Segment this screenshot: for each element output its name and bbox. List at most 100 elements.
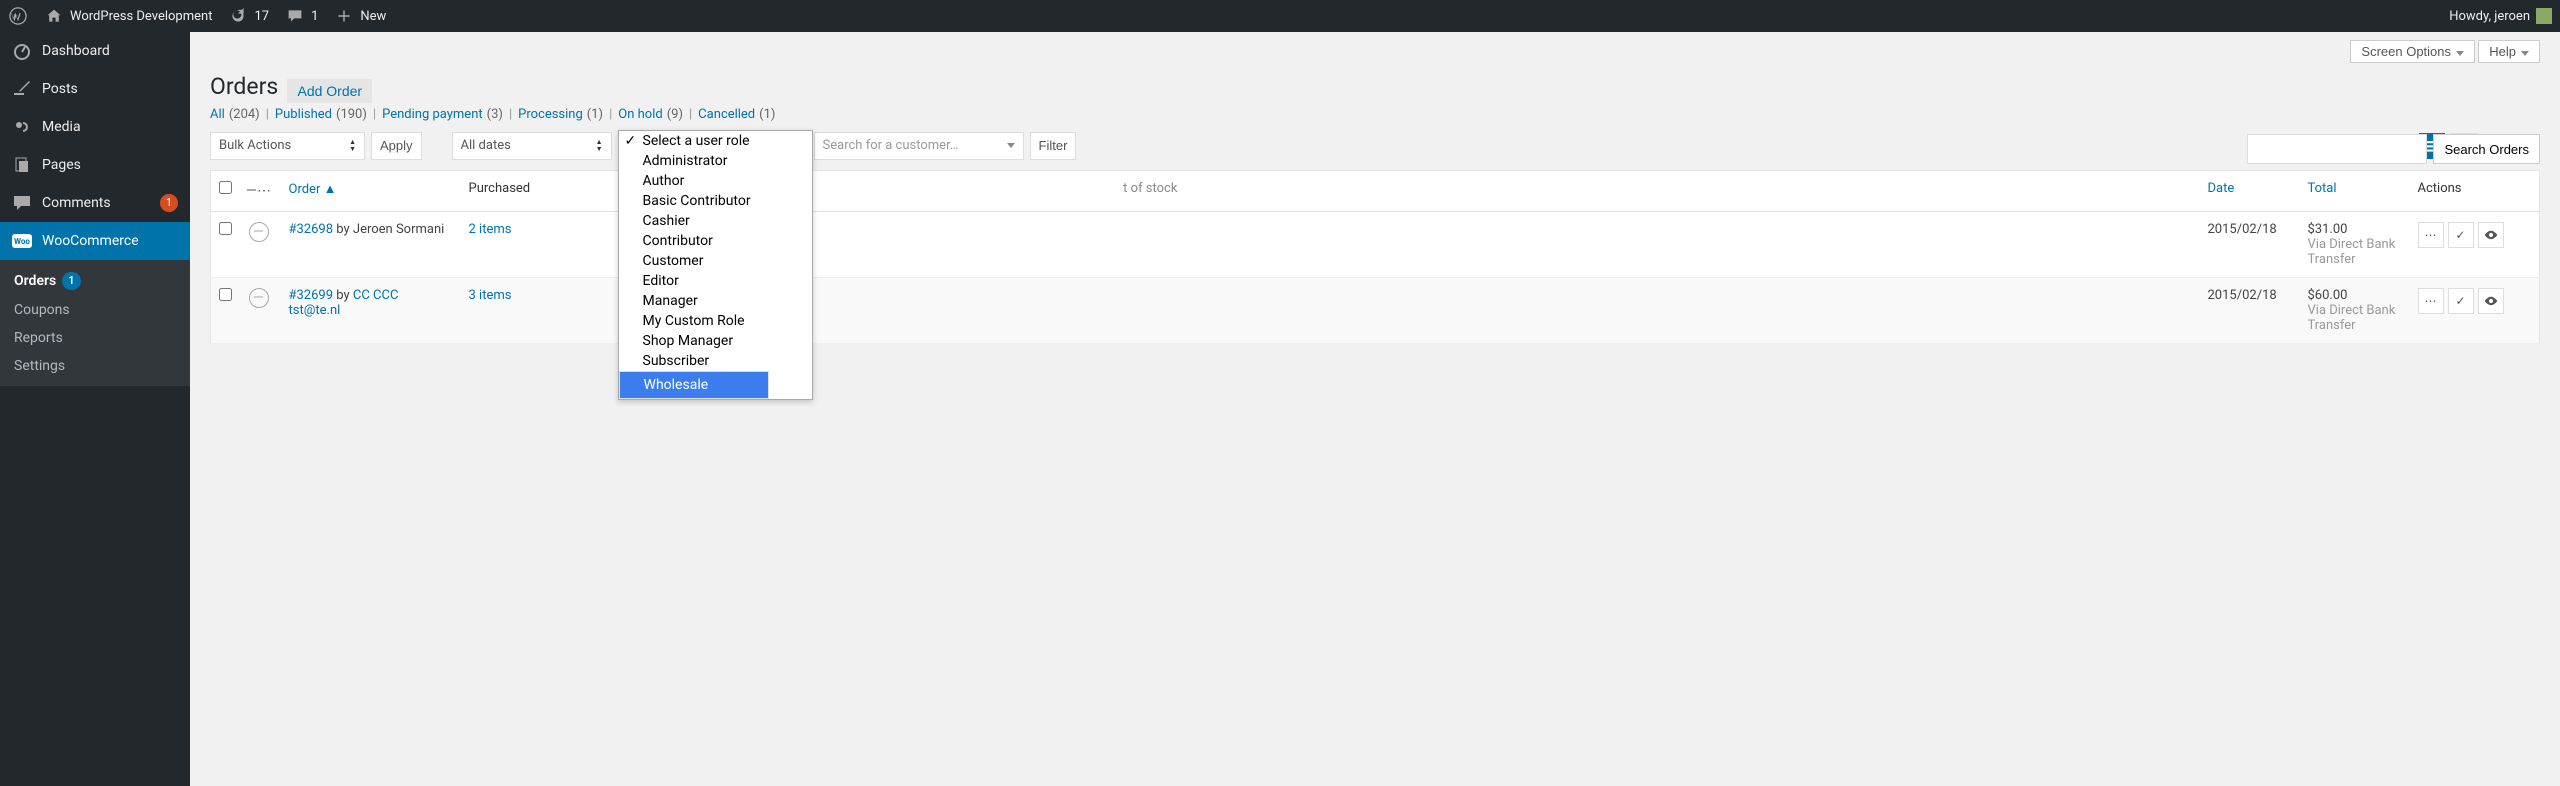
sidebar-item-woocommerce[interactable]: Woo WooCommerce (0, 222, 190, 260)
pages-icon (12, 155, 32, 175)
updates-link[interactable]: 17 (228, 6, 269, 26)
howdy-link[interactable]: Howdy, jeroen (2449, 8, 2552, 24)
customer-name: Jeroen Sormani (353, 222, 444, 237)
caret-down-icon (2521, 51, 2529, 56)
sidebar-item-label: WooCommerce (42, 233, 178, 249)
status-link-published[interactable]: Published (275, 107, 332, 122)
orders-table: ⋯ Order ▲ Purchased t of stock Date Tota… (210, 170, 2540, 344)
role-option[interactable]: Basic Contributor (619, 191, 812, 211)
bulk-actions-select[interactable]: Bulk Actions ▲▼ (210, 132, 365, 160)
status-link-pending[interactable]: Pending payment (382, 107, 483, 122)
add-order-button[interactable]: Add Order (287, 79, 372, 103)
page-heading: Orders Add Order (190, 63, 2560, 107)
shipto-column-header: t of stock (1023, 170, 2199, 211)
sidebar-item-comments[interactable]: Comments 1 (0, 184, 190, 222)
comments-link[interactable]: 1 (285, 6, 318, 26)
status-link-all[interactable]: All (210, 107, 225, 122)
items-link[interactable]: 2 items (469, 222, 512, 237)
role-option[interactable]: Contributor (619, 231, 812, 251)
by-text: by (336, 288, 349, 303)
order-column-header[interactable]: Order ▲ (289, 182, 337, 197)
posts-icon (12, 79, 32, 99)
role-option[interactable]: Author (619, 171, 812, 191)
sidebar-item-label: Posts (42, 81, 178, 97)
status-filters: All (204) | Published (190) | Pending pa… (190, 107, 2560, 130)
select-arrows-icon: ▲▼ (596, 139, 603, 153)
sidebar-item-media[interactable]: Media (0, 108, 190, 146)
role-option[interactable]: Editor (619, 271, 812, 291)
customer-email-link[interactable]: tst@te.nl (289, 303, 341, 318)
more-actions-button[interactable]: ⋯ (2418, 288, 2444, 314)
more-actions-button[interactable]: ⋯ (2418, 222, 2444, 248)
order-total: $60.00 (2308, 288, 2402, 303)
order-id-link[interactable]: #32699 (289, 288, 334, 303)
status-link-onhold[interactable]: On hold (618, 107, 662, 122)
sidebar-subitem-reports[interactable]: Reports (0, 324, 190, 352)
total-column-header[interactable]: Total (2308, 181, 2337, 196)
apply-button[interactable]: Apply (371, 132, 422, 160)
sidebar-subitem-settings[interactable]: Settings (0, 352, 190, 380)
complete-button[interactable]: ✓ (2448, 288, 2474, 314)
screen-options-button[interactable]: Screen Options (2350, 40, 2475, 63)
check-icon: ✓ (625, 133, 637, 149)
orders-count-badge: 1 (62, 272, 80, 290)
search-input[interactable] (2247, 134, 2427, 164)
row-checkbox[interactable] (219, 222, 232, 235)
view-button[interactable] (2478, 222, 2504, 248)
role-option[interactable]: ✓Select a user role (619, 131, 812, 151)
svg-text:Woo: Woo (14, 237, 30, 246)
role-option[interactable]: Administrator (619, 151, 812, 171)
sidebar-item-label: Comments (42, 195, 150, 211)
filter-button[interactable]: Filter (1030, 132, 1077, 160)
caret-down-icon (1007, 143, 1015, 148)
search-orders-button[interactable]: Search Orders (2433, 134, 2540, 164)
role-dropdown-menu: ✓Select a user role Administrator Author… (618, 130, 813, 400)
role-option[interactable]: Shop Manager (619, 331, 812, 351)
role-option[interactable]: Customer (619, 251, 812, 271)
sidebar-subitem-label: Coupons (14, 302, 70, 318)
content: Screen Options Help Orders Add Order Sea… (190, 32, 2560, 344)
status-link-processing[interactable]: Processing (518, 107, 583, 122)
role-option[interactable]: Manager (619, 291, 812, 311)
order-date: 2015/02/18 (2200, 211, 2300, 277)
order-status-icon (249, 222, 269, 242)
admin-bar: WordPress Development 17 1 New Howdy, je… (0, 0, 2560, 32)
role-option[interactable]: Wholesale (619, 371, 769, 399)
status-link-cancelled[interactable]: Cancelled (698, 107, 755, 122)
table-row: #32698 by Jeroen Sormani 2 items 2015/02… (211, 211, 2540, 277)
order-id-link[interactable]: #32698 (289, 222, 334, 237)
order-search: Search Orders (2247, 134, 2540, 164)
page-title: Orders (210, 73, 278, 100)
role-option[interactable]: Subscriber (619, 351, 812, 371)
dates-select[interactable]: All dates ▲▼ (452, 132, 612, 160)
sidebar-subitem-coupons[interactable]: Coupons (0, 296, 190, 324)
view-button[interactable] (2478, 288, 2504, 314)
order-status-icon (249, 288, 269, 308)
sidebar-subitem-orders[interactable]: Orders 1 (0, 266, 190, 296)
role-select-wrap: ✓Select a user role Administrator Author… (618, 130, 808, 162)
role-option[interactable]: My Custom Role (619, 311, 812, 331)
status-column-header[interactable]: ⋯ (241, 170, 281, 211)
customer-link[interactable]: CC CCC (353, 288, 399, 303)
wp-logo[interactable] (8, 6, 28, 26)
site-link[interactable]: WordPress Development (44, 6, 212, 26)
sidebar-item-dashboard[interactable]: Dashboard (0, 32, 190, 70)
ab-comments-count: 1 (311, 9, 318, 24)
new-link[interactable]: New (334, 6, 386, 26)
sidebar-subitem-label: Reports (14, 330, 63, 346)
sidebar-item-pages[interactable]: Pages (0, 146, 190, 184)
items-link[interactable]: 3 items (469, 288, 512, 303)
row-checkbox[interactable] (219, 288, 232, 301)
status-header-icon: ⋯ (249, 181, 269, 201)
select-all-checkbox[interactable] (219, 181, 232, 194)
sidebar-item-posts[interactable]: Posts (0, 70, 190, 108)
date-column-header[interactable]: Date (2208, 181, 2235, 196)
dashboard-icon (12, 41, 32, 61)
sidebar-item-label: Media (42, 119, 178, 135)
complete-button[interactable]: ✓ (2448, 222, 2474, 248)
role-option[interactable]: Cashier (619, 211, 812, 231)
sort-asc-icon: ▲ (324, 182, 337, 197)
customer-search-select[interactable]: Search for a customer… (814, 132, 1024, 160)
comments-icon (12, 193, 32, 213)
help-button[interactable]: Help (2478, 40, 2540, 63)
